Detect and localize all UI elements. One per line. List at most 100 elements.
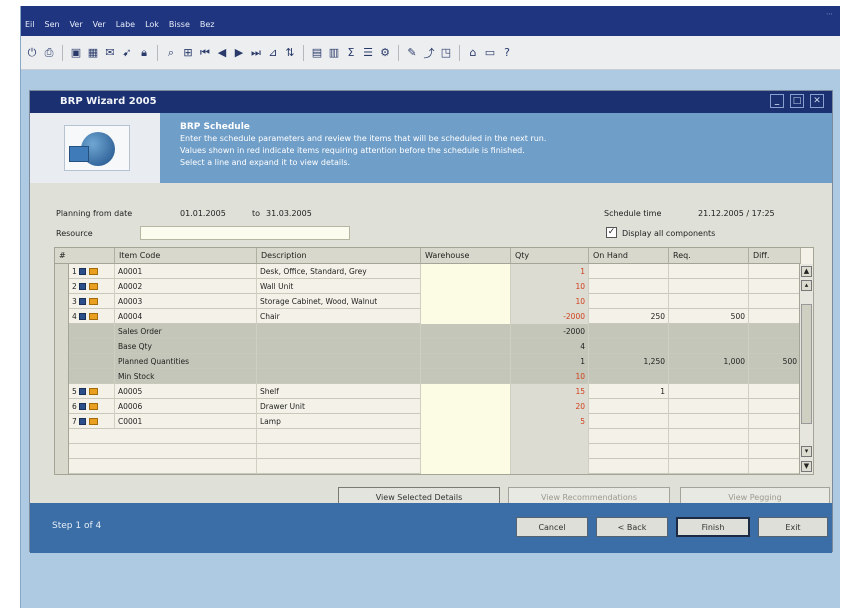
cell-wh[interactable] bbox=[421, 414, 511, 429]
table-row[interactable]: 7 C0001 Lamp 5 bbox=[55, 414, 813, 429]
column-header-item-code[interactable]: Item Code bbox=[115, 248, 257, 264]
back-button[interactable]: < Back bbox=[596, 517, 668, 537]
drag-relate-icon[interactable]: ⤴ bbox=[422, 46, 436, 60]
cell-wh[interactable] bbox=[421, 339, 511, 354]
transaction-journal-icon[interactable]: ☰ bbox=[361, 46, 375, 60]
row-selector[interactable] bbox=[55, 414, 69, 429]
cell-wh[interactable] bbox=[421, 324, 511, 339]
scroll-up-icon[interactable]: ▲ bbox=[801, 266, 812, 277]
cell-wh[interactable] bbox=[421, 399, 511, 414]
help-icon[interactable]: ? bbox=[500, 46, 514, 60]
expand-icon[interactable] bbox=[79, 283, 86, 290]
column-header-description[interactable]: Description bbox=[257, 248, 421, 264]
send-icon[interactable]: ➹ bbox=[120, 46, 134, 60]
row-selector[interactable] bbox=[55, 384, 69, 399]
row-selector[interactable] bbox=[55, 309, 69, 324]
table-row[interactable] bbox=[55, 459, 813, 474]
table-row[interactable] bbox=[55, 444, 813, 459]
cell-wh[interactable] bbox=[421, 264, 511, 279]
base-document-icon[interactable]: ▤ bbox=[310, 46, 324, 60]
expand-icon[interactable] bbox=[79, 268, 86, 275]
scroll-thumb[interactable] bbox=[801, 304, 812, 424]
grid-scrollbar[interactable]: ▲ ▴ ▾ ▼ bbox=[799, 264, 813, 474]
table-row[interactable] bbox=[55, 429, 813, 444]
row-selector[interactable] bbox=[55, 324, 69, 339]
email-icon[interactable]: ✉ bbox=[103, 46, 117, 60]
row-selector[interactable] bbox=[55, 459, 69, 474]
table-row[interactable]: 6 A0006 Drawer Unit 20 bbox=[55, 399, 813, 414]
table-row[interactable]: Sales Order -2000 bbox=[55, 324, 813, 339]
cell-wh[interactable] bbox=[421, 459, 511, 474]
scroll-up-page-icon[interactable]: ▴ bbox=[801, 280, 812, 291]
table-row[interactable]: Min Stock 10 bbox=[55, 369, 813, 384]
add-icon[interactable]: ⊞ bbox=[181, 46, 195, 60]
row-selector[interactable] bbox=[55, 279, 69, 294]
table-row[interactable]: Base Qty 4 bbox=[55, 339, 813, 354]
messages-icon[interactable]: ⌂ bbox=[466, 46, 480, 60]
column-header-on-hand[interactable]: On Hand bbox=[589, 248, 669, 264]
column-header-difference[interactable]: Diff. bbox=[749, 248, 801, 264]
table-row[interactable]: 5 A0005 Shelf 15 1 bbox=[55, 384, 813, 399]
table-row[interactable]: 3 A0003 Storage Cabinet, Wood, Walnut 10 bbox=[55, 294, 813, 309]
cell-wh[interactable] bbox=[421, 384, 511, 399]
prev-record-icon[interactable]: ◀ bbox=[215, 46, 229, 60]
row-selector[interactable] bbox=[55, 429, 69, 444]
range-to-value[interactable]: 31.03.2005 bbox=[266, 209, 312, 218]
cell-wh[interactable] bbox=[421, 354, 511, 369]
power-icon[interactable]: ⏻ bbox=[25, 46, 39, 60]
gross-profit-icon[interactable]: Σ bbox=[344, 46, 358, 60]
expand-icon[interactable] bbox=[79, 313, 86, 320]
edit-icon[interactable]: ✎ bbox=[405, 46, 419, 60]
scroll-down-icon[interactable]: ▼ bbox=[801, 461, 812, 472]
resource-input[interactable] bbox=[140, 226, 350, 240]
exit-button[interactable]: Exit bbox=[758, 517, 828, 537]
expand-icon[interactable] bbox=[79, 388, 86, 395]
excel-icon[interactable]: ▦ bbox=[86, 46, 100, 60]
display-all-checkbox[interactable]: ✓ bbox=[606, 227, 617, 238]
maximize-icon[interactable]: □ bbox=[790, 94, 804, 108]
cell-wh[interactable] bbox=[421, 444, 511, 459]
calendar-icon[interactable]: ▭ bbox=[483, 46, 497, 60]
column-header-number[interactable]: # bbox=[55, 248, 115, 264]
menu-item[interactable]: Ver bbox=[93, 20, 106, 29]
first-record-icon[interactable]: ⏮ bbox=[198, 46, 212, 60]
menu-item[interactable]: Labe bbox=[116, 20, 135, 29]
find-icon[interactable]: ⌕ bbox=[164, 46, 178, 60]
row-selector[interactable] bbox=[55, 444, 69, 459]
menu-item[interactable]: Lok bbox=[145, 20, 159, 29]
cell-wh[interactable] bbox=[421, 309, 511, 324]
preview-icon[interactable]: ▣ bbox=[69, 46, 83, 60]
last-record-icon[interactable]: ⏭ bbox=[249, 46, 263, 60]
row-selector[interactable] bbox=[55, 339, 69, 354]
table-row[interactable]: 4 A0004 Chair -2000 250 500 bbox=[55, 309, 813, 324]
lock-icon[interactable]: 🔒︎ bbox=[137, 46, 151, 60]
close-icon[interactable]: ✕ bbox=[810, 94, 824, 108]
form-settings-icon[interactable]: ◳ bbox=[439, 46, 453, 60]
settings-icon[interactable]: ⚙ bbox=[378, 46, 392, 60]
next-record-icon[interactable]: ▶ bbox=[232, 46, 246, 60]
range-from-value[interactable]: 01.01.2005 bbox=[180, 209, 226, 218]
expand-icon[interactable] bbox=[79, 418, 86, 425]
table-row[interactable]: 1 A0001 Desk, Office, Standard, Grey 1 bbox=[55, 264, 813, 279]
menu-item[interactable]: Bisse bbox=[169, 20, 190, 29]
row-selector[interactable] bbox=[55, 369, 69, 384]
menu-item[interactable]: Bez bbox=[200, 20, 215, 29]
cell-wh[interactable] bbox=[421, 369, 511, 384]
cell-wh[interactable] bbox=[421, 294, 511, 309]
scroll-down-page-icon[interactable]: ▾ bbox=[801, 446, 812, 457]
filter-icon[interactable]: ⊿ bbox=[266, 46, 280, 60]
target-document-icon[interactable]: ▥ bbox=[327, 46, 341, 60]
row-selector[interactable] bbox=[55, 264, 69, 279]
minimize-icon[interactable]: _ bbox=[770, 94, 784, 108]
table-row[interactable]: Planned Quantities 1 1,250 1,000 500 bbox=[55, 354, 813, 369]
cell-wh[interactable] bbox=[421, 429, 511, 444]
row-selector[interactable] bbox=[55, 294, 69, 309]
expand-icon[interactable] bbox=[79, 403, 86, 410]
table-row[interactable]: 2 A0002 Wall Unit 10 bbox=[55, 279, 813, 294]
menu-item[interactable]: Ver bbox=[70, 20, 83, 29]
column-header-required[interactable]: Req. bbox=[669, 248, 749, 264]
menu-item[interactable]: Eil bbox=[25, 20, 35, 29]
column-header-qty[interactable]: Qty bbox=[511, 248, 589, 264]
finish-button[interactable]: Finish bbox=[676, 517, 750, 537]
row-selector[interactable] bbox=[55, 354, 69, 369]
